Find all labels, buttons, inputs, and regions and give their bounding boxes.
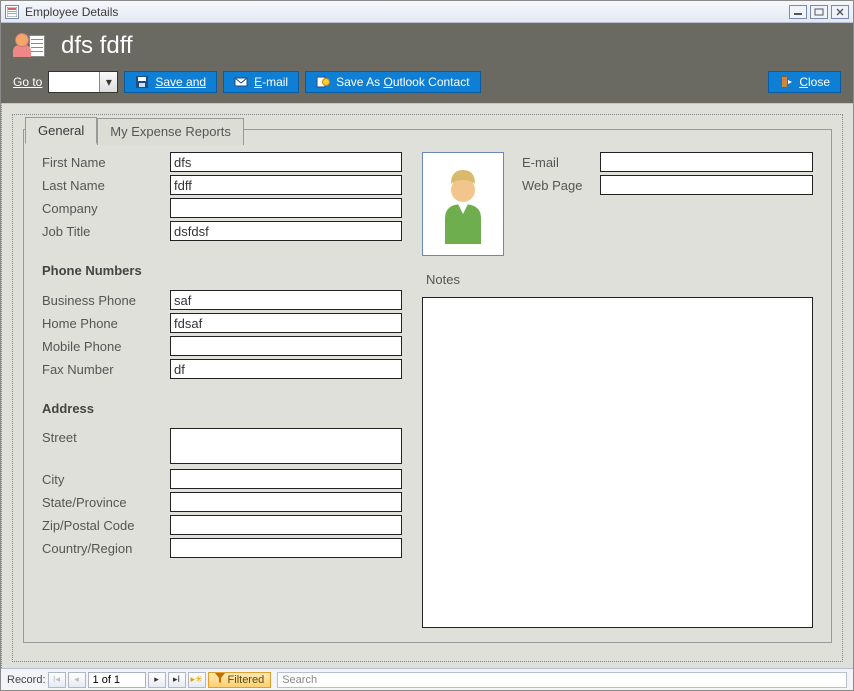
label-mobile-phone: Mobile Phone (42, 339, 170, 354)
tab-panel-general: First Name Last Name Company Job Title P… (23, 129, 832, 643)
filter-toggle[interactable]: Filtered (208, 672, 272, 688)
tab-expense-reports[interactable]: My Expense Reports (97, 118, 244, 145)
nav-first-button[interactable]: I◂ (48, 672, 66, 688)
notes-field[interactable] (422, 297, 813, 628)
label-country: Country/Region (42, 541, 170, 556)
label-company: Company (42, 201, 170, 216)
country-field[interactable] (170, 538, 402, 558)
zip-field[interactable] (170, 515, 402, 535)
label-notes: Notes (426, 272, 813, 287)
form-header: dfs fdff Go to ▾ Save and E-mail Save As… (1, 23, 853, 103)
email-icon (234, 75, 248, 89)
funnel-icon (215, 673, 225, 686)
mobile-phone-field[interactable] (170, 336, 402, 356)
outlook-label: Save As Outlook Contact (336, 75, 469, 89)
record-label: Record: (7, 674, 46, 686)
close-window-button[interactable] (831, 5, 849, 19)
fax-field[interactable] (170, 359, 402, 379)
save-button[interactable]: Save and (124, 71, 217, 93)
label-first-name: First Name (42, 155, 170, 170)
chevron-down-icon: ▾ (99, 72, 117, 92)
email-label: E-mail (254, 75, 288, 89)
label-state: State/Province (42, 495, 170, 510)
label-home-phone: Home Phone (42, 316, 170, 331)
record-position-input[interactable] (88, 672, 146, 688)
email-field[interactable] (600, 152, 813, 172)
toolbar: Go to ▾ Save and E-mail Save As Outlook … (13, 71, 841, 93)
app-form-icon (5, 5, 19, 19)
email-button[interactable]: E-mail (223, 71, 299, 93)
city-field[interactable] (170, 469, 402, 489)
nav-next-button[interactable]: ▸ (148, 672, 166, 688)
close-label: Close (799, 75, 830, 89)
business-phone-field[interactable] (170, 290, 402, 310)
label-city: City (42, 472, 170, 487)
goto-dropdown[interactable]: ▾ (48, 71, 118, 93)
home-phone-field[interactable] (170, 313, 402, 333)
titlebar: Employee Details (1, 1, 853, 23)
label-business-phone: Business Phone (42, 293, 170, 308)
label-email: E-mail (522, 155, 600, 170)
close-button[interactable]: Close (768, 71, 841, 93)
minimize-button[interactable] (789, 5, 807, 19)
window-title: Employee Details (25, 5, 118, 19)
tab-general[interactable]: General (25, 117, 97, 144)
webpage-field[interactable] (600, 175, 813, 195)
close-door-icon (779, 75, 793, 89)
save-icon (135, 75, 149, 89)
company-field[interactable] (170, 198, 402, 218)
employee-icon (13, 31, 49, 61)
street-field[interactable] (170, 428, 402, 464)
nav-new-button[interactable]: ▸✳ (188, 672, 206, 688)
nav-prev-button[interactable]: ◂ (68, 672, 86, 688)
state-field[interactable] (170, 492, 402, 512)
label-webpage: Web Page (522, 178, 600, 193)
nav-last-button[interactable]: ▸I (168, 672, 186, 688)
first-name-field[interactable] (170, 152, 402, 172)
label-last-name: Last Name (42, 178, 170, 193)
avatar-image[interactable] (422, 152, 504, 256)
outlook-icon (316, 75, 330, 89)
label-fax: Fax Number (42, 362, 170, 377)
goto-label[interactable]: Go to (13, 75, 42, 89)
save-outlook-button[interactable]: Save As Outlook Contact (305, 71, 480, 93)
job-title-field[interactable] (170, 221, 402, 241)
section-phone-numbers: Phone Numbers (42, 263, 402, 278)
label-zip: Zip/Postal Code (42, 518, 170, 533)
save-label: Save and (155, 75, 206, 89)
record-navigator: Record: I◂ ◂ ▸ ▸I ▸✳ Filtered Search (1, 668, 853, 690)
last-name-field[interactable] (170, 175, 402, 195)
label-street: Street (42, 428, 170, 445)
maximize-button[interactable] (810, 5, 828, 19)
label-job-title: Job Title (42, 224, 170, 239)
page-title: dfs fdff (61, 32, 133, 60)
search-input[interactable]: Search (277, 672, 847, 688)
section-address: Address (42, 401, 402, 416)
